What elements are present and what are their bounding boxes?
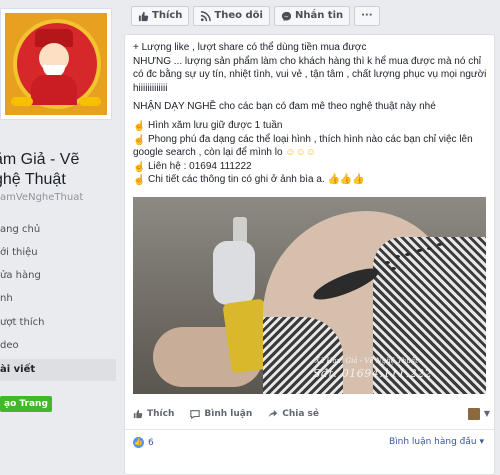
sidebar-item-videos[interactable]: deo [0,335,116,357]
reactions-summary[interactable]: 👍 6 [133,437,154,448]
rss-icon [201,10,212,21]
post-photo-tattoo[interactable]: Xă Hăm Giả - Vẽ Nghệ Thuật Sđt: 01694.11… [133,197,486,394]
divider [125,429,494,430]
post-text: + Lượng like , lượt share có thể dùng ti… [133,41,489,187]
sidebar-item-home[interactable]: ang chủ [0,219,116,241]
share-label: Chia sẻ [282,409,320,419]
comments-sort-dropdown[interactable]: Bình luận hàng đầu ▾ [389,437,484,447]
post-line: NHƯNG ... lượng sản phẩm làm cho khách h… [133,55,487,94]
post-bullet-text: Chi tiết các thông tin có ghi ở ảnh bìa … [148,174,325,186]
thumbs-up-icon [133,409,143,419]
sidebar-item-likes[interactable]: ượt thích [0,312,116,334]
pointing-hand-icon: ☝ [133,120,146,132]
pointing-hand-icon: ☝ [133,134,146,146]
smile-emoji-icon: ☺☺☺ [285,147,316,159]
post-bullet: ☝ Chi tiết các thông tin có ghi ở ảnh bìa… [133,173,489,187]
god-of-wealth-illustration [5,13,107,115]
photo-watermark: Xă Hăm Giả - Vẽ Nghệ Thuật [315,357,418,365]
post-bullet: ☝ Hình xăm lưu giữ được 1 tuần [133,119,489,133]
follow-page-button[interactable]: Theo dõi [193,6,270,26]
post-as-avatar[interactable] [468,408,480,420]
chevron-down-icon[interactable]: ▼ [484,409,490,418]
post-bullet: ☝ Liên hệ : 01694 111222 [133,160,489,174]
share-icon [269,409,278,418]
page-title[interactable]: ăm Giả - Vẽ ghệ Thuật [0,150,122,190]
comment-label: Bình luận [204,409,253,419]
follow-page-label: Theo dõi [214,10,263,21]
sidebar-item-about[interactable]: ới thiệu [0,242,116,264]
pointing-hand-icon: ☝ [133,161,146,173]
post-bullet-text: Liên hệ : 01694 111222 [148,160,252,172]
sidebar-item-posts[interactable]: ài viết [0,359,116,381]
sidebar-item-photos[interactable]: nh [0,288,116,310]
page-handle[interactable]: amVeNgheThuat [0,192,83,203]
like-label: Thích [147,409,175,419]
more-options-button[interactable]: ··· [354,6,380,26]
post-bullet-text: Hình xăm lưu giữ được 1 tuần [148,119,283,131]
like-reaction-icon: 👍 [133,437,144,448]
post-bullet: ☝ Phong phú đa dạng các thể loại hình , t… [133,133,489,160]
page-profile-picture[interactable] [0,8,112,120]
pointing-hand-icon: ☝ [133,175,146,187]
page-action-tabs: Thích Theo dõi Nhắn tin ··· [131,6,380,26]
page-sidebar: ăm Giả - Vẽ ghệ Thuật amVeNgheThuat ang … [0,0,122,475]
comment-button[interactable]: Bình luận [190,409,252,419]
thumbs-emoji-icon: 👍👍👍 [327,174,365,186]
like-page-button[interactable]: Thích [131,6,190,26]
photo-watermark-phone: Sđt: 01694.111.222 [313,367,433,380]
sidebar-item-shop[interactable]: ửa hàng [0,265,116,287]
post-line: + Lượng like , lượt share có thể dùng ti… [133,42,367,53]
more-icon: ··· [361,10,373,21]
create-page-button[interactable]: ạo Trang [0,396,52,412]
page-post: + Lượng like , lượt share có thể dùng ti… [124,34,495,475]
post-line: NHẬN DẠY NGHỀ cho các bạn có đam mê theo… [133,101,436,113]
comment-icon [190,410,201,419]
reactions-count: 6 [148,437,154,448]
message-page-label: Nhắn tin [294,10,344,21]
share-button[interactable]: Chia sẻ [268,409,319,419]
like-page-label: Thích [152,10,183,21]
message-page-button[interactable]: Nhắn tin [273,6,351,26]
like-button[interactable]: Thích [133,409,174,419]
post-actions: Thích Bình luận Chia sẻ [133,409,319,419]
messenger-icon [281,11,292,21]
thumbs-up-icon [138,11,149,21]
